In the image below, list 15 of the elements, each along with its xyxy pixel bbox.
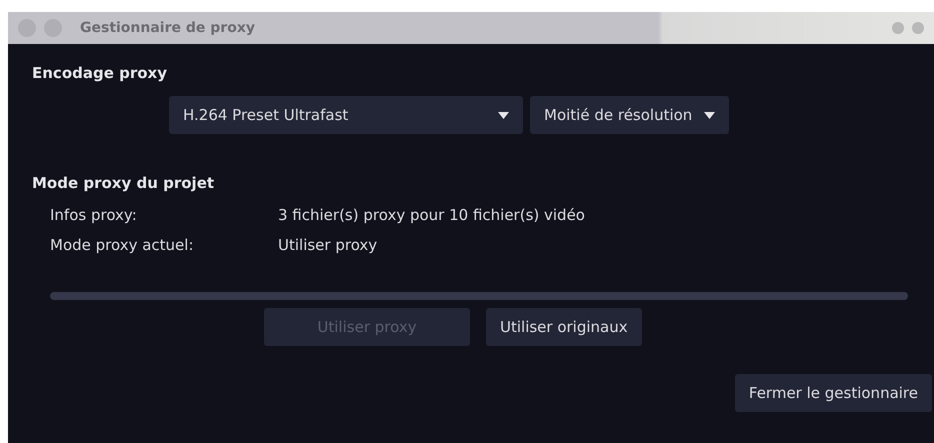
caret-icon bbox=[498, 112, 509, 118]
window-control-icon[interactable] bbox=[892, 22, 904, 34]
info-value: Utiliser proxy bbox=[278, 236, 378, 254]
dropdown[interactable]: Moitié de résolution bbox=[530, 96, 730, 134]
info-label: Mode proxy actuel: bbox=[50, 236, 195, 254]
info-label: Infos proxy: bbox=[50, 206, 138, 224]
window-control-icon[interactable] bbox=[912, 22, 924, 34]
window-title: Gestionnaire de proxy bbox=[80, 20, 255, 36]
close-button[interactable]: Fermer le gestionnaire bbox=[734, 374, 932, 412]
caret-icon bbox=[704, 112, 716, 118]
info-value: 3 fichier(s) proxy pour 10 fichier(s) vidéo bbox=[278, 206, 586, 224]
section-heading: Encodage proxy bbox=[32, 64, 168, 82]
dropdown[interactable]: H.264 Preset Ultrafast bbox=[169, 96, 523, 134]
section-heading: Mode proxy du projet bbox=[32, 174, 216, 192]
mode-button[interactable]: Utiliser originaux bbox=[486, 308, 642, 346]
